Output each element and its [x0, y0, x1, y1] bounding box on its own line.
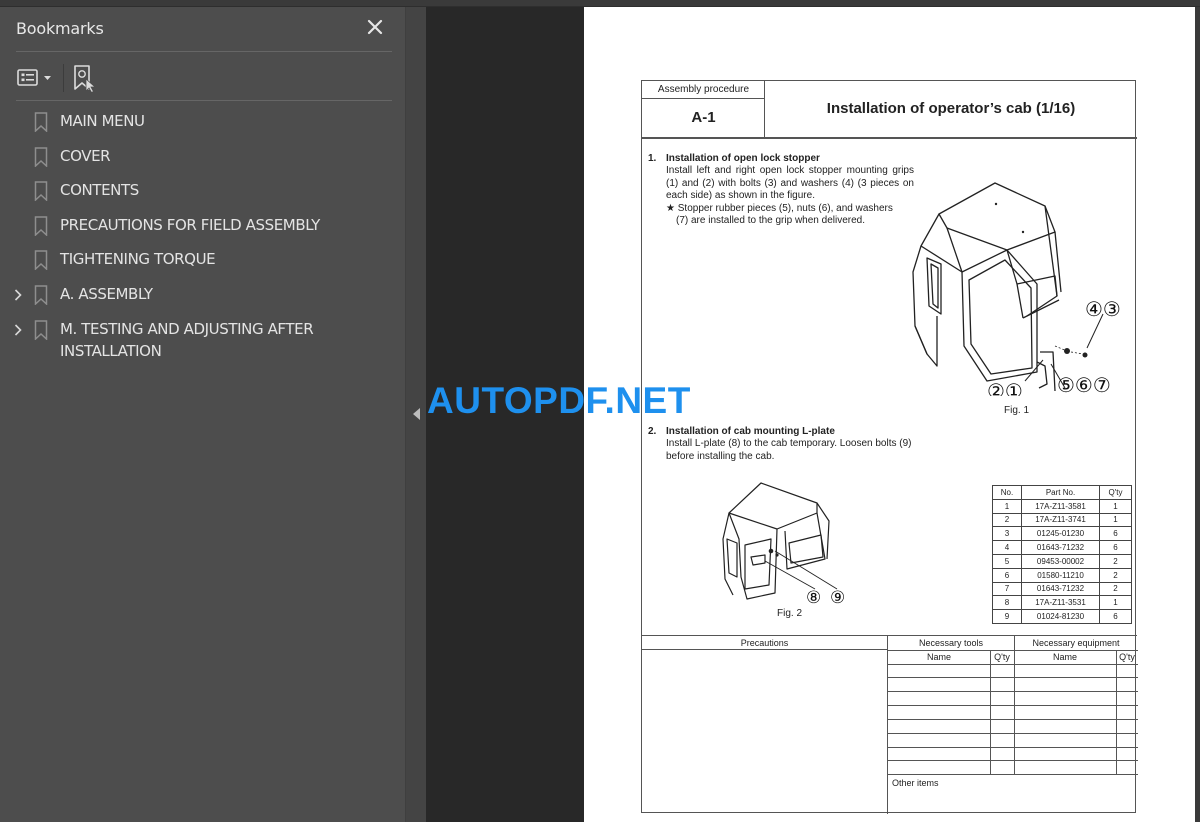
table-header-row: No. Part No. Q'ty	[992, 485, 1132, 500]
chevron-down-icon	[44, 76, 51, 80]
bookmark-icon	[34, 248, 60, 272]
step-2: 2. Installation of cab mounting L-plate …	[648, 426, 918, 466]
chevron-right-icon	[14, 323, 22, 336]
grid-line	[888, 664, 1138, 665]
bookmark-icon	[34, 214, 60, 238]
grid-line	[888, 733, 1138, 734]
grid-line	[888, 719, 1138, 720]
bookmark-testing-adjusting[interactable]: M. TESTING AND ADJUSTING AFTER INSTALLAT…	[0, 318, 405, 363]
table-row: 4 01643-71232 6	[992, 540, 1132, 555]
table-row: 7 01643-71232 2	[992, 581, 1132, 597]
expand-button[interactable]	[0, 283, 34, 307]
close-panel-button[interactable]	[364, 16, 386, 38]
bookmark-label: CONTENTS	[60, 181, 139, 200]
equipment-header: Necessary equipment	[1032, 638, 1120, 648]
tools-equipment-grid: Necessary tools Necessary equipment Name…	[887, 636, 1138, 814]
bookmark-icon	[34, 318, 60, 342]
precautions-header: Precautions	[642, 636, 887, 650]
callout-8: ⑧	[806, 588, 821, 608]
bookmarks-toolbar	[16, 61, 392, 95]
expand-button[interactable]	[0, 318, 34, 342]
close-icon	[367, 19, 383, 35]
bookmark-icon	[34, 110, 60, 134]
bookmark-options-icon	[17, 69, 51, 86]
procedure-code: A-1	[691, 109, 716, 126]
divider	[16, 51, 392, 52]
step-title: Installation of cab mounting L-plate	[666, 426, 835, 437]
bookmark-label: TIGHTENING TORQUE	[60, 250, 216, 269]
callout-4-3: ④③	[1085, 297, 1121, 321]
figure-1-caption: Fig. 1	[1004, 405, 1030, 416]
step-body: Install L-plate (8) to the cab temporary…	[666, 438, 912, 462]
figure-1-cab-drawing: ④③ ⑤⑥⑦ ②①	[912, 182, 1121, 396]
page-title: Installation of operator’s cab (1/16)	[826, 100, 1076, 117]
table-row: 1 17A-Z11-3581 1	[992, 498, 1132, 514]
add-bookmark-icon	[74, 65, 97, 94]
step-1: 1. Installation of open lock stopper Ins…	[648, 153, 914, 226]
table-row: 2 17A-Z11-3741 1	[992, 512, 1132, 528]
bookmark-icon	[34, 145, 60, 169]
callout-5-6-7: ⑤⑥⑦	[1057, 373, 1111, 396]
table-row: 5 09453-00002 2	[992, 553, 1132, 569]
bookmark-label: COVER	[60, 146, 111, 165]
window-top-strip	[0, 0, 1200, 7]
add-bookmark-button[interactable]	[72, 63, 100, 94]
bookmark-options-button[interactable]	[16, 65, 58, 91]
callout-2-1: ②①	[987, 379, 1023, 396]
bookmark-contents[interactable]: CONTENTS	[0, 179, 405, 214]
grid-line	[888, 691, 1138, 692]
divider	[16, 100, 392, 101]
requirements-section: Precautions Necessary tools Necessary eq…	[642, 635, 1138, 814]
table-row: 6 01580-11210 2	[992, 567, 1132, 583]
step-body: Install left and right open lock stopper…	[666, 165, 914, 202]
grid-line	[888, 705, 1138, 706]
procedure-sheet: Assembly procedure A-1 Installation of o…	[641, 80, 1138, 814]
bookmark-label: PRECAUTIONS FOR FIELD ASSEMBLY	[60, 215, 320, 234]
bookmark-label: M. TESTING AND ADJUSTING AFTER INSTALLAT…	[60, 319, 314, 361]
collapse-panel-arrow-icon[interactable]	[413, 408, 420, 420]
grid-line	[888, 760, 1138, 761]
bookmarks-panel: Bookmarks MAIN MENU COVER CONTENTS PRECA…	[0, 7, 405, 822]
other-items-label: Other items	[892, 778, 939, 788]
grid-line	[888, 650, 1138, 651]
step-title: Installation of open lock stopper	[666, 153, 820, 164]
toolbar-separator	[63, 64, 64, 92]
parts-table: No. Part No. Q'ty 1 17A-Z11-3581 1 2 17A-Z11…	[992, 485, 1132, 624]
step-note: ★ Stopper rubber pieces (5), nuts (6), a…	[666, 202, 893, 214]
table-row: 3 01245-01230 6	[992, 526, 1132, 542]
bookmark-assembly[interactable]: A. ASSEMBLY	[0, 283, 405, 318]
bookmark-list: MAIN MENU COVER CONTENTS PRECAUTIONS FOR…	[0, 110, 405, 363]
chevron-right-icon	[14, 289, 22, 301]
table-row: 8 17A-Z11-3531 1	[992, 595, 1132, 611]
bookmark-main-menu[interactable]: MAIN MENU	[0, 110, 405, 145]
callout-9: ⑨	[830, 588, 845, 608]
panel-splitter[interactable]	[405, 7, 426, 822]
scrollbar-track[interactable]	[1195, 7, 1200, 822]
panel-title: Bookmarks	[16, 19, 104, 38]
procedure-label: Assembly procedure	[642, 81, 765, 99]
divider	[642, 137, 1137, 139]
bookmark-label: MAIN MENU	[60, 112, 145, 130]
figure-2-cab-drawing: ⑧ ⑨	[722, 482, 845, 608]
bookmark-tightening-torque[interactable]: TIGHTENING TORQUE	[0, 248, 405, 283]
grid-line	[888, 677, 1138, 678]
figure-2-caption: Fig. 2	[777, 608, 803, 619]
watermark-text: AUTOPDF.NET	[427, 380, 691, 421]
bookmark-icon	[34, 283, 60, 307]
bookmark-precautions[interactable]: PRECAUTIONS FOR FIELD ASSEMBLY	[0, 214, 405, 249]
bookmark-label: A. ASSEMBLY	[60, 284, 153, 303]
bookmark-cover[interactable]: COVER	[0, 145, 405, 180]
table-row: 9 01024-81230 6	[992, 609, 1132, 624]
grid-line	[888, 774, 1138, 775]
grid-line	[888, 747, 1138, 748]
tools-header: Necessary tools	[918, 638, 984, 648]
step-note: (7) are installed to the grip when deliv…	[676, 215, 865, 226]
bookmark-icon	[34, 179, 60, 203]
